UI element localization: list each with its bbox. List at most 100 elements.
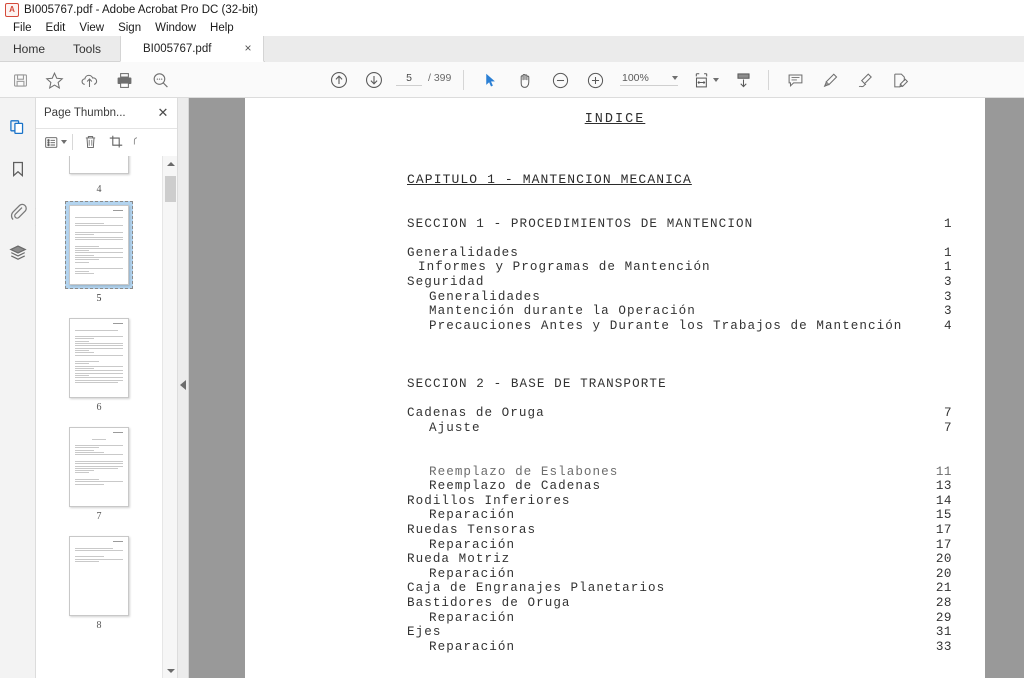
panel-options-button[interactable] <box>42 131 68 153</box>
crop-icon <box>109 135 123 148</box>
close-icon[interactable]: ✕ <box>155 105 171 121</box>
thumbnail-page <box>69 318 129 398</box>
panel-title: Page Thumbn... <box>44 107 126 119</box>
print-icon <box>117 72 131 88</box>
toc-page: 20 <box>935 566 952 581</box>
toc-label: Reparación <box>429 610 516 625</box>
menu-sign[interactable]: Sign <box>111 22 148 34</box>
minus-circle-icon <box>552 72 568 88</box>
extract-pages-icon <box>133 137 138 145</box>
save-button[interactable] <box>6 66 34 94</box>
list-item[interactable]: 5 <box>36 201 162 304</box>
toc-row: Reparación 15 <box>407 508 952 523</box>
list-item[interactable]: 8 <box>36 536 162 631</box>
page-total-label: / 399 <box>428 72 452 84</box>
document-viewport[interactable]: INDICE CAPITULO 1 - MANTENCION MECANICA … <box>189 98 1024 678</box>
previous-page-button[interactable] <box>325 66 353 94</box>
print-button[interactable] <box>110 66 138 94</box>
zoom-out-button[interactable] <box>546 66 574 94</box>
toc-label: Generalidades <box>407 245 519 260</box>
scrollbar-thumb[interactable] <box>165 176 176 202</box>
close-icon[interactable]: × <box>241 41 255 55</box>
menu-help[interactable]: Help <box>203 22 241 34</box>
tab-document-label: BI005767.pdf <box>143 42 212 55</box>
plus-circle-icon <box>587 72 603 88</box>
toc-row <box>407 436 952 451</box>
cursor-arrow-icon <box>485 73 495 86</box>
toc-row <box>407 202 952 217</box>
navigation-pane-rail <box>0 98 41 678</box>
list-item[interactable]: 4 <box>36 156 162 195</box>
window-title: BI005767.pdf - Adobe Acrobat Pro DC (32-… <box>24 3 258 16</box>
menu-window[interactable]: Window <box>148 22 203 34</box>
toc-label: Reparación <box>429 639 516 654</box>
sign-button[interactable] <box>851 66 879 94</box>
fit-page-button[interactable] <box>688 66 722 94</box>
toc-page: 29 <box>935 610 952 625</box>
save-icon <box>13 73 27 87</box>
find-text-button[interactable] <box>146 66 174 94</box>
sidebar-item-attachments[interactable] <box>0 190 36 232</box>
sidebar-item-page-thumbnails[interactable] <box>0 106 36 148</box>
tab-document[interactable]: BI005767.pdf × <box>120 36 264 62</box>
panel-scrollbar[interactable] <box>162 156 177 678</box>
crop-pages-button[interactable] <box>103 131 129 153</box>
arrow-up-circle-icon <box>331 72 347 88</box>
select-tool-button[interactable] <box>476 66 504 94</box>
trash-icon <box>85 136 95 149</box>
toolbar-separator <box>463 70 464 90</box>
menu-file[interactable]: File <box>6 22 39 34</box>
tab-home[interactable]: Home <box>0 36 58 62</box>
page-thumbnails-icon <box>10 120 24 134</box>
delete-pages-button[interactable] <box>77 131 103 153</box>
tab-strip-filler <box>265 36 1024 62</box>
menu-view[interactable]: View <box>72 22 111 34</box>
toc-row <box>407 348 952 363</box>
extract-pages-button[interactable] <box>129 131 141 153</box>
tab-tools[interactable]: Tools <box>58 36 116 62</box>
toc-page: 15 <box>935 508 952 523</box>
menu-edit[interactable]: Edit <box>39 22 73 34</box>
toc-row: Cadenas de Oruga 7 <box>407 406 952 421</box>
toc-row <box>407 333 952 348</box>
toc-page: 28 <box>935 596 952 611</box>
collapse-pane-icon[interactable] <box>180 380 186 390</box>
toc-row: Reemplazo de Cadenas 13 <box>407 479 952 494</box>
arrow-down-circle-icon <box>366 72 382 88</box>
zoom-in-button[interactable] <box>581 66 609 94</box>
add-to-favorites-button[interactable] <box>40 66 68 94</box>
scroll-up-button[interactable] <box>163 156 178 171</box>
list-item[interactable]: 7 <box>36 427 162 522</box>
request-signatures-button[interactable] <box>886 66 914 94</box>
chevron-down-icon <box>712 78 719 82</box>
pane-splitter[interactable] <box>178 98 189 678</box>
page-number-input[interactable] <box>396 72 422 86</box>
zoom-level-select[interactable]: 100% <box>620 72 678 86</box>
toc-page: 13 <box>935 479 952 494</box>
chevron-down-icon <box>60 140 67 144</box>
scroll-down-button[interactable] <box>163 663 178 678</box>
sidebar-item-bookmarks[interactable] <box>0 148 36 190</box>
pan-tool-button[interactable] <box>511 66 539 94</box>
toc-label: Reemplazo de Eslabones <box>429 464 619 479</box>
document-chapter-heading: CAPITULO 1 - MANTENCION MECANICA <box>407 172 692 187</box>
page-scroll-icon <box>736 72 750 87</box>
next-page-button[interactable] <box>360 66 388 94</box>
highlight-text-button[interactable] <box>816 66 844 94</box>
thumbnail-scroll-area[interactable]: 4 5 6 7 8 <box>36 156 177 678</box>
thumbnail-page <box>69 536 129 616</box>
toc-label: Bastidores de Oruga <box>407 596 571 611</box>
panel-toolbar-separator <box>72 134 73 150</box>
add-comment-button[interactable] <box>781 66 809 94</box>
sidebar-item-layers[interactable] <box>0 232 36 274</box>
upload-to-cloud-button[interactable] <box>75 66 103 94</box>
scrolling-mode-button[interactable] <box>729 66 757 94</box>
acrobat-window: A BI005767.pdf - Adobe Acrobat Pro DC (3… <box>0 0 1024 678</box>
toc-label: Reparación <box>429 537 516 552</box>
bookmarks-icon <box>13 161 23 177</box>
toc-page: 31 <box>935 625 952 640</box>
toc-label: Caja de Engranajes Planetarios <box>407 581 666 596</box>
cloud-upload-icon <box>81 74 97 87</box>
list-item[interactable]: 6 <box>36 318 162 413</box>
options-list-icon <box>44 136 57 148</box>
